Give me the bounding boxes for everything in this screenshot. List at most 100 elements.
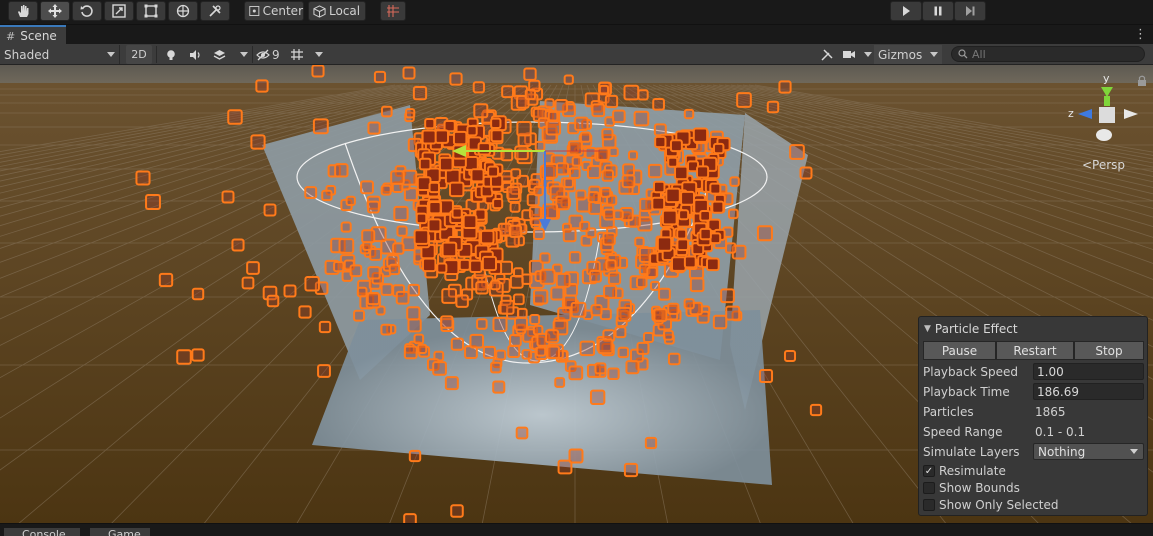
grid-dropdown[interactable] bbox=[288, 45, 328, 64]
resimulate-label: Resimulate bbox=[939, 464, 1006, 478]
move-tool-button[interactable] bbox=[40, 1, 70, 21]
2d-toggle[interactable]: 2D bbox=[126, 45, 152, 64]
resimulate-checkbox[interactable]: ✓ bbox=[923, 465, 935, 477]
chevron-down-icon bbox=[930, 52, 938, 57]
gizmos-label: Gizmos bbox=[878, 47, 923, 62]
pause-icon bbox=[934, 6, 942, 16]
rotate-tool-button[interactable] bbox=[72, 1, 102, 21]
draw-mode-value: Shaded bbox=[4, 47, 50, 62]
gizmos-dropdown[interactable]: Gizmos bbox=[874, 45, 942, 64]
play-button[interactable] bbox=[890, 1, 922, 21]
2d-toggle-label: 2D bbox=[131, 48, 147, 61]
pause-button[interactable] bbox=[922, 1, 954, 21]
chevron-down-icon bbox=[240, 52, 248, 57]
pause-effect-button[interactable]: Pause bbox=[923, 341, 996, 360]
effects-dropdown[interactable] bbox=[208, 45, 248, 64]
draw-mode-dropdown[interactable]: Shaded bbox=[0, 45, 120, 64]
grid-snap-button[interactable] bbox=[380, 1, 406, 21]
camera-icon bbox=[843, 51, 855, 58]
pivot-space-button[interactable]: Local bbox=[308, 1, 366, 21]
scene-tab-bar: # Scene ⋮ bbox=[0, 24, 1153, 45]
step-button[interactable] bbox=[954, 1, 986, 21]
play-icon bbox=[903, 6, 910, 16]
particle-effect-panel: ▼ Particle Effect Pause Restart Stop Pla… bbox=[918, 316, 1148, 516]
projection-toggle[interactable]: <Persp bbox=[1082, 158, 1125, 172]
playback-speed-label: Playback Speed bbox=[923, 365, 1018, 379]
transform-icon bbox=[176, 4, 190, 18]
search-placeholder: All bbox=[972, 47, 986, 61]
gizmo-y-label: y bbox=[1103, 72, 1110, 85]
scale-tool-button[interactable] bbox=[104, 1, 134, 21]
chevron-down-icon bbox=[315, 52, 323, 57]
hidden-objects-toggle[interactable]: 9 bbox=[256, 45, 286, 64]
speaker-icon bbox=[190, 49, 200, 60]
stop-effect-button[interactable]: Stop bbox=[1074, 341, 1144, 360]
speed-range-value: 0.1 - 0.1 bbox=[1035, 425, 1086, 439]
move-icon bbox=[48, 4, 62, 18]
particle-effect-title: Particle Effect bbox=[934, 322, 1018, 336]
custom-tool-button[interactable] bbox=[200, 1, 230, 21]
pivot-mode-button[interactable]: Center bbox=[244, 1, 304, 21]
playback-time-field[interactable]: 186.69 bbox=[1033, 383, 1144, 400]
tab-console-label: Console bbox=[22, 528, 66, 536]
tab-scene-label: Scene bbox=[20, 29, 57, 43]
camera-dropdown[interactable] bbox=[842, 45, 874, 64]
tools-icon bbox=[209, 5, 221, 17]
hand-tool-button[interactable] bbox=[8, 1, 38, 21]
search-icon bbox=[958, 49, 968, 59]
simulate-layers-value: Nothing bbox=[1038, 444, 1086, 459]
chevron-down-icon bbox=[1130, 449, 1138, 454]
hidden-count: 9 bbox=[272, 47, 280, 62]
chevron-down-icon bbox=[107, 52, 115, 57]
cube-icon bbox=[313, 4, 326, 18]
eye-hidden-icon bbox=[256, 49, 270, 60]
gizmo-z-label: z bbox=[1068, 107, 1074, 120]
stop-effect-label: Stop bbox=[1095, 343, 1123, 358]
grid-icon bbox=[291, 49, 303, 60]
tab-console[interactable]: Console bbox=[4, 528, 80, 536]
audio-toggle[interactable] bbox=[184, 45, 206, 64]
tab-game[interactable]: Game bbox=[90, 528, 150, 536]
checkmark-icon: ✓ bbox=[924, 465, 934, 477]
show-bounds-label: Show Bounds bbox=[939, 481, 1020, 495]
tab-scene[interactable]: # Scene bbox=[0, 25, 66, 45]
collapse-triangle-icon: ▼ bbox=[924, 324, 931, 334]
pivot-mode-label: Center bbox=[262, 4, 303, 18]
show-only-selected-label: Show Only Selected bbox=[939, 498, 1059, 512]
main-toolbar: Center Local bbox=[0, 0, 1153, 24]
rect-icon bbox=[144, 4, 158, 18]
restart-effect-label: Restart bbox=[1013, 343, 1057, 358]
bottom-tab-bar: Console Game bbox=[0, 523, 1153, 536]
pivot-space-label: Local bbox=[329, 4, 361, 18]
particles-label: Particles bbox=[923, 405, 974, 419]
lighting-toggle[interactable] bbox=[160, 45, 182, 64]
layers-icon bbox=[213, 49, 226, 60]
pivot-center-icon bbox=[249, 5, 260, 17]
scene-tab-icon: # bbox=[6, 29, 16, 43]
scale-icon bbox=[112, 4, 126, 18]
restart-effect-button[interactable]: Restart bbox=[996, 341, 1074, 360]
show-bounds-checkbox[interactable] bbox=[923, 482, 935, 494]
rect-tool-button[interactable] bbox=[136, 1, 166, 21]
rotate-icon bbox=[80, 5, 93, 17]
tab-game-label: Game bbox=[108, 528, 141, 536]
simulate-layers-label: Simulate Layers bbox=[923, 445, 1020, 459]
lightbulb-icon bbox=[167, 49, 175, 60]
hierarchy-search-input[interactable]: All bbox=[951, 46, 1145, 62]
playback-time-label: Playback Time bbox=[923, 385, 1010, 399]
chevron-down-icon bbox=[864, 52, 872, 57]
simulate-layers-dropdown[interactable]: Nothing bbox=[1033, 443, 1144, 460]
tab-menu-icon[interactable]: ⋮ bbox=[1134, 27, 1147, 42]
scene-view-toolbar: Shaded 2D 9 Gizmos All bbox=[0, 44, 1153, 65]
show-only-selected-checkbox[interactable] bbox=[923, 499, 935, 511]
grid-snap-icon bbox=[387, 5, 399, 17]
pause-effect-label: Pause bbox=[941, 343, 978, 358]
playback-speed-field[interactable]: 1.00 bbox=[1033, 363, 1144, 380]
particles-count: 1865 bbox=[1035, 405, 1066, 419]
step-icon bbox=[966, 6, 975, 16]
tools-icon bbox=[821, 48, 833, 61]
particle-effect-header[interactable]: ▼ Particle Effect bbox=[924, 322, 1018, 336]
scene-tools-button[interactable] bbox=[816, 45, 838, 64]
transform-tool-button[interactable] bbox=[168, 1, 198, 21]
hand-icon bbox=[18, 5, 29, 17]
